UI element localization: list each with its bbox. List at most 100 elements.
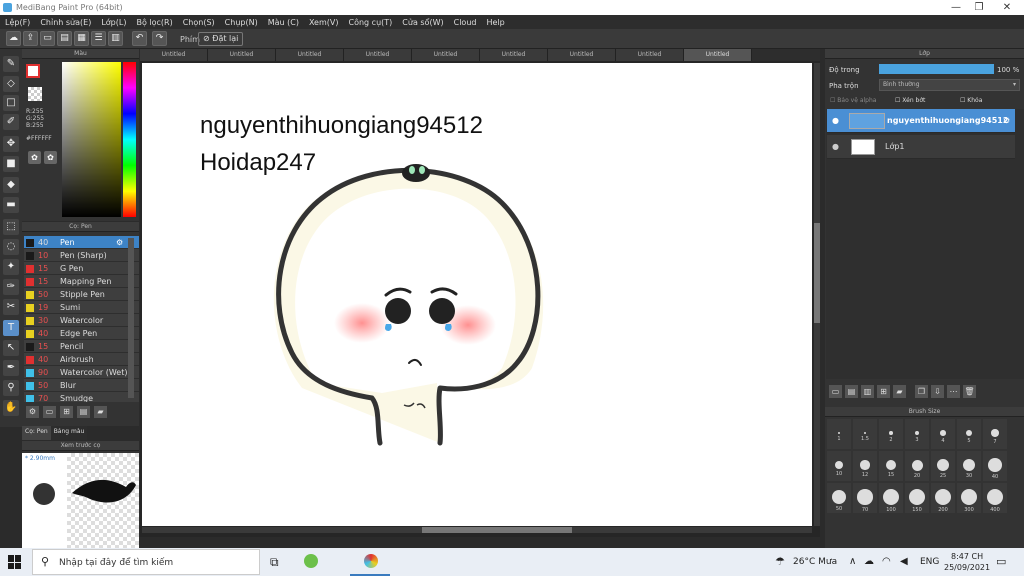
panel-icon[interactable]: ▥ [108,31,123,46]
brush-item[interactable]: 30 Watercolor [24,314,139,327]
brush-settings-gear-icon[interactable]: ⚙ [116,236,123,249]
select-pen-icon[interactable]: ✑ [3,279,19,295]
brush-item[interactable]: 90 Watercolor (Wet) [24,366,139,379]
layer-item[interactable]: ● Lớp1 [827,135,1015,159]
tab-brush[interactable]: Cọ: Pen [22,426,51,440]
brush-item[interactable]: 50 Stipple Pen [24,288,139,301]
brush-size-cell[interactable]: 7 [983,419,1007,449]
list-icon[interactable]: ☰ [91,31,106,46]
language-indicator[interactable]: ENG [920,557,939,567]
brush-item[interactable]: 15 Pencil [24,340,139,353]
copy-brush-icon[interactable]: ▤ [77,406,90,418]
brush-item[interactable]: 40 Airbrush [24,353,139,366]
horizontal-scrollbar[interactable] [142,527,812,533]
brush-size-cell[interactable]: 1.5 [853,419,877,449]
document-tab[interactable]: Untitled [548,49,616,61]
layer-settings-icon[interactable]: ⚙ [1003,109,1010,133]
saturation-picker[interactable] [62,62,121,217]
new-brush-icon[interactable]: ▭ [43,406,56,418]
new-halftone-layer-icon[interactable]: ▤ [845,385,858,398]
brush-size-cell[interactable]: 30 [957,451,981,481]
grid-icon[interactable]: ▦ [74,31,89,46]
document-tab[interactable]: Untitled [140,49,208,61]
hue-slider[interactable] [123,62,136,217]
fill-rect-tool-icon[interactable]: ■ [3,156,19,172]
document-tab[interactable]: Untitled [480,49,548,61]
duplicate-layer-icon[interactable]: ❐ [915,385,928,398]
brush-size-cell[interactable]: 400 [983,483,1007,513]
vertical-scrollbar[interactable] [814,63,820,526]
document-tab[interactable]: Untitled [276,49,344,61]
divide-tool-icon[interactable]: ✒ [3,360,19,376]
notification-icon[interactable]: ▭ [996,555,1006,568]
primary-color-swatch[interactable] [26,64,40,78]
move-tool-icon[interactable]: ✥ [3,136,19,152]
brush-size-cell[interactable]: 100 [879,483,903,513]
pen-tool-icon[interactable]: ✐ [3,114,19,130]
minimize-button[interactable]: — [945,1,967,14]
brush-size-cell[interactable]: 12 [853,451,877,481]
brush-settings-icon[interactable]: ⚙ [26,406,39,418]
menu-item[interactable]: Chọn(S) [178,15,220,29]
search-box[interactable]: ⚲ Nhập tại đây để tìm kiếm [32,549,260,575]
document-tab[interactable]: Untitled [344,49,412,61]
brush-tool-icon[interactable]: ✎ [3,56,19,72]
drawing-canvas[interactable]: nguyenthihuongiang94512 Hoidap247 [142,63,812,526]
add-brush-icon[interactable]: ⊞ [60,406,73,418]
brush-item[interactable]: 10 Pen (Sharp) [24,249,139,262]
brush-item[interactable]: 70 Smudge [24,392,139,402]
task-view-icon[interactable]: ⧉ [270,555,279,570]
document-tab[interactable]: Untitled [684,49,752,61]
lock-checkbox[interactable]: ☐ Khóa [960,97,982,104]
volume-icon[interactable]: ◀ [900,556,908,567]
brush-size-cell[interactable]: 300 [957,483,981,513]
medibang-app-icon[interactable] [364,554,378,568]
hand-tool-icon[interactable]: ✋ [3,400,19,416]
layer-folder-icon[interactable]: ▰ [893,385,906,398]
document-tab[interactable]: Untitled [412,49,480,61]
brush-scrollbar[interactable] [128,238,134,398]
brush-size-cell[interactable]: 1 [827,419,851,449]
menu-item[interactable]: Lớp(L) [96,15,131,29]
redo-icon[interactable]: ↷ [152,31,167,46]
new-8bit-layer-icon[interactable]: ▥ [861,385,874,398]
magic-wand-icon[interactable]: ✦ [3,259,19,275]
brush-size-cell[interactable]: 10 [827,451,851,481]
select-tool-icon[interactable]: ⬚ [3,219,19,235]
protect-alpha-checkbox[interactable]: ☐ Bảo vệ alpha [830,97,876,104]
brush-size-cell[interactable]: 20 [905,451,929,481]
export-icon[interactable]: ⇪ [23,31,38,46]
brush-item[interactable]: 15 G Pen [24,262,139,275]
brush-item[interactable]: 50 Blur [24,379,139,392]
undo-icon[interactable]: ↶ [132,31,147,46]
chevron-up-icon[interactable]: ∧ [849,556,856,567]
network-icon[interactable]: ☁ [864,556,874,567]
clock[interactable]: 8:47 CH 25/09/2021 [944,551,990,573]
brush-item[interactable]: 19 Sumi [24,301,139,314]
wifi-icon[interactable]: ◠ [882,556,891,567]
brush-size-cell[interactable]: 2 [879,419,903,449]
brush-item[interactable]: 40 Pen ⚙ [24,236,139,249]
menu-item[interactable]: Công cụ(T) [344,15,398,29]
bucket-tool-icon[interactable]: ◆ [3,177,19,193]
comment-icon[interactable]: ▭ [40,31,55,46]
menu-item[interactable]: Help [481,15,509,29]
blend-select[interactable]: Bình thường ▾ [879,79,1020,91]
operation-tool-icon[interactable]: ↖ [3,340,19,356]
menu-item[interactable]: Màu (C) [263,15,304,29]
menu-item[interactable]: Cloud [449,15,482,29]
menu-item[interactable]: Lệp(F) [0,15,35,29]
menu-item[interactable]: Chụp(N) [220,15,263,29]
lasso-tool-icon[interactable]: ◌ [3,239,19,255]
brush-size-cell[interactable]: 200 [931,483,955,513]
document-tab[interactable]: Untitled [208,49,276,61]
menu-item[interactable]: Xem(V) [304,15,344,29]
menu-item[interactable]: Bộ lọc(R) [131,15,177,29]
visibility-icon[interactable]: ● [832,135,839,159]
text-tool-icon[interactable]: T [3,320,19,336]
palette-add-icon[interactable]: ✿ [44,151,57,164]
tab-palette[interactable]: Bảng màu [51,426,88,440]
brush-size-cell[interactable]: 25 [931,451,955,481]
delete-layer-icon[interactable]: 🗑 [963,385,976,398]
merge-layer-icon[interactable]: ⇩ [931,385,944,398]
